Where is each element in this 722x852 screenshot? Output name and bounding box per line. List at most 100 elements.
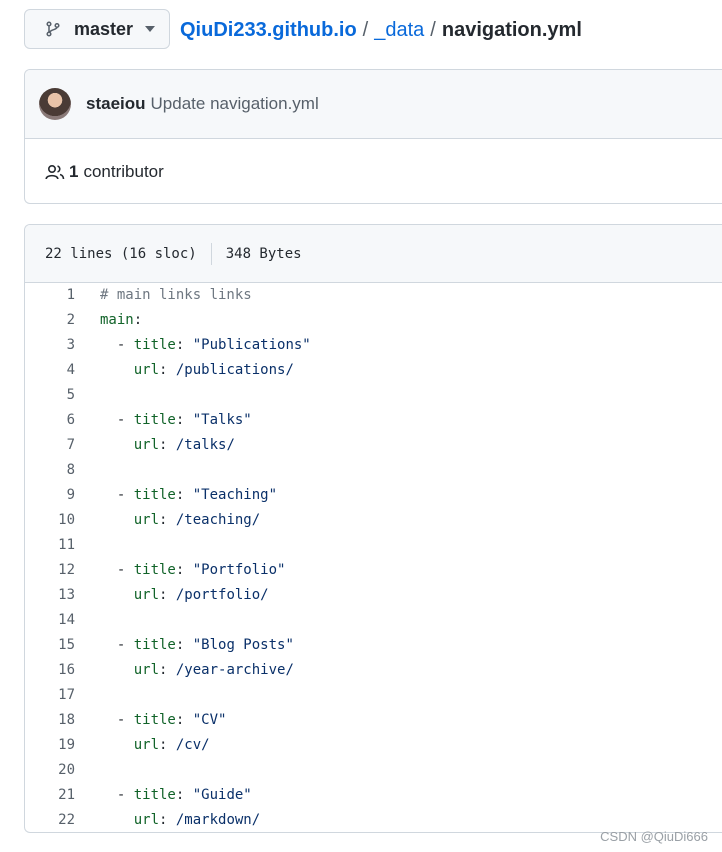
line-number[interactable]: 17: [25, 683, 100, 708]
code-token-comment: # main links links: [100, 287, 252, 303]
code-token-str: /portfolio/: [175, 587, 269, 603]
code-token-plain: -: [100, 337, 134, 353]
code-line: 6 - title: "Talks": [25, 408, 722, 433]
line-number[interactable]: 4: [25, 358, 100, 383]
line-number[interactable]: 6: [25, 408, 100, 433]
code-token-plain: :: [159, 437, 176, 453]
code-line: 19 url: /cv/: [25, 733, 722, 758]
code-token-key: url: [133, 812, 160, 828]
code-token-plain: :: [175, 412, 193, 428]
line-number[interactable]: 1: [25, 283, 100, 308]
code-token-key: title: [133, 787, 176, 803]
code-line: 12 - title: "Portfolio": [25, 558, 722, 583]
line-number[interactable]: 16: [25, 658, 100, 683]
code-token-str: /teaching/: [175, 512, 261, 528]
code-token-plain: -: [100, 562, 134, 578]
code-line: 9 - title: "Teaching": [25, 483, 722, 508]
git-branch-icon: [45, 21, 61, 37]
code-token-plain: :: [159, 737, 176, 753]
file-line-count: 22 lines (16 sloc): [45, 245, 197, 262]
line-number[interactable]: 13: [25, 583, 100, 608]
breadcrumb-repo-link[interactable]: QiuDi233.github.io: [180, 19, 357, 41]
breadcrumb: QiuDi233.github.io / _data / navigation.yml: [180, 16, 582, 44]
code-token-key: title: [133, 487, 176, 503]
line-number[interactable]: 11: [25, 533, 100, 558]
branch-selector-button[interactable]: master: [24, 9, 170, 49]
line-number[interactable]: 9: [25, 483, 100, 508]
line-content: url: /markdown/: [100, 808, 261, 832]
line-content: - title: "CV": [100, 708, 227, 733]
code-token-str: "Teaching": [192, 487, 278, 503]
code-line: 8: [25, 458, 722, 483]
line-content: # main links links: [100, 283, 252, 308]
line-content: url: /portfolio/: [100, 583, 269, 608]
code-token-str: "Blog Posts": [192, 637, 294, 653]
latest-commit-box: staeiou Update navigation.yml 1 contribu…: [24, 69, 722, 204]
code-line: 21 - title: "Guide": [25, 783, 722, 808]
breadcrumb-folder-link[interactable]: _data: [374, 19, 424, 41]
code-token-key: url: [133, 587, 160, 603]
line-number[interactable]: 20: [25, 758, 100, 783]
file-size: 348 Bytes: [225, 245, 302, 262]
code-token-str: "Publications": [192, 337, 311, 353]
code-token-str: /publications/: [175, 362, 294, 378]
code-line: 5: [25, 383, 722, 408]
line-content: url: /year-archive/: [100, 658, 294, 683]
line-number[interactable]: 8: [25, 458, 100, 483]
code-token-plain: :: [159, 812, 176, 828]
code-line: 11: [25, 533, 722, 558]
code-token-str: /markdown/: [175, 812, 261, 828]
code-view: 1 # main links links 2 main: 3 - title: "Pub…: [25, 283, 722, 832]
line-number[interactable]: 14: [25, 608, 100, 633]
line-number[interactable]: 3: [25, 333, 100, 358]
code-line: 14: [25, 608, 722, 633]
code-token-plain: :: [175, 787, 193, 803]
line-number[interactable]: 22: [25, 808, 100, 832]
code-token-str: /cv/: [175, 737, 210, 753]
code-token-key: url: [133, 662, 160, 678]
commit-message-link[interactable]: Update navigation.yml: [151, 94, 319, 114]
code-token-key: url: [133, 512, 160, 528]
line-content: - title: "Portfolio": [100, 558, 286, 583]
breadcrumb-separator: /: [362, 19, 369, 41]
line-content: - title: "Publications": [100, 333, 311, 358]
line-number[interactable]: 18: [25, 708, 100, 733]
line-number[interactable]: 15: [25, 633, 100, 658]
line-content: url: /publications/: [100, 358, 294, 383]
code-token-plain: -: [100, 637, 134, 653]
line-number[interactable]: 21: [25, 783, 100, 808]
code-token-key: main: [100, 312, 134, 328]
code-token-plain: :: [159, 662, 176, 678]
code-line: 15 - title: "Blog Posts": [25, 633, 722, 658]
line-number[interactable]: 10: [25, 508, 100, 533]
avatar[interactable]: [39, 88, 71, 120]
code-token-key: title: [133, 637, 176, 653]
line-number[interactable]: 5: [25, 383, 100, 408]
code-token-key: url: [133, 737, 160, 753]
code-token-plain: :: [159, 362, 176, 378]
code-token-str: /talks/: [175, 437, 235, 453]
contributors-row[interactable]: 1 contributor: [25, 139, 722, 203]
commit-author-link[interactable]: staeiou: [86, 94, 146, 114]
contributor-count: 1: [69, 162, 79, 181]
code-token-str: /year-archive/: [175, 662, 294, 678]
line-number[interactable]: 12: [25, 558, 100, 583]
code-line: 2 main:: [25, 308, 722, 333]
code-line: 7 url: /talks/: [25, 433, 722, 458]
code-token-plain: :: [175, 712, 193, 728]
code-token-plain: :: [175, 487, 193, 503]
line-number[interactable]: 2: [25, 308, 100, 333]
line-content: - title: "Talks": [100, 408, 252, 433]
line-number[interactable]: 7: [25, 433, 100, 458]
code-token-key: url: [133, 362, 160, 378]
line-content: - title: "Guide": [100, 783, 252, 808]
line-number[interactable]: 19: [25, 733, 100, 758]
code-token-plain: :: [133, 312, 143, 328]
